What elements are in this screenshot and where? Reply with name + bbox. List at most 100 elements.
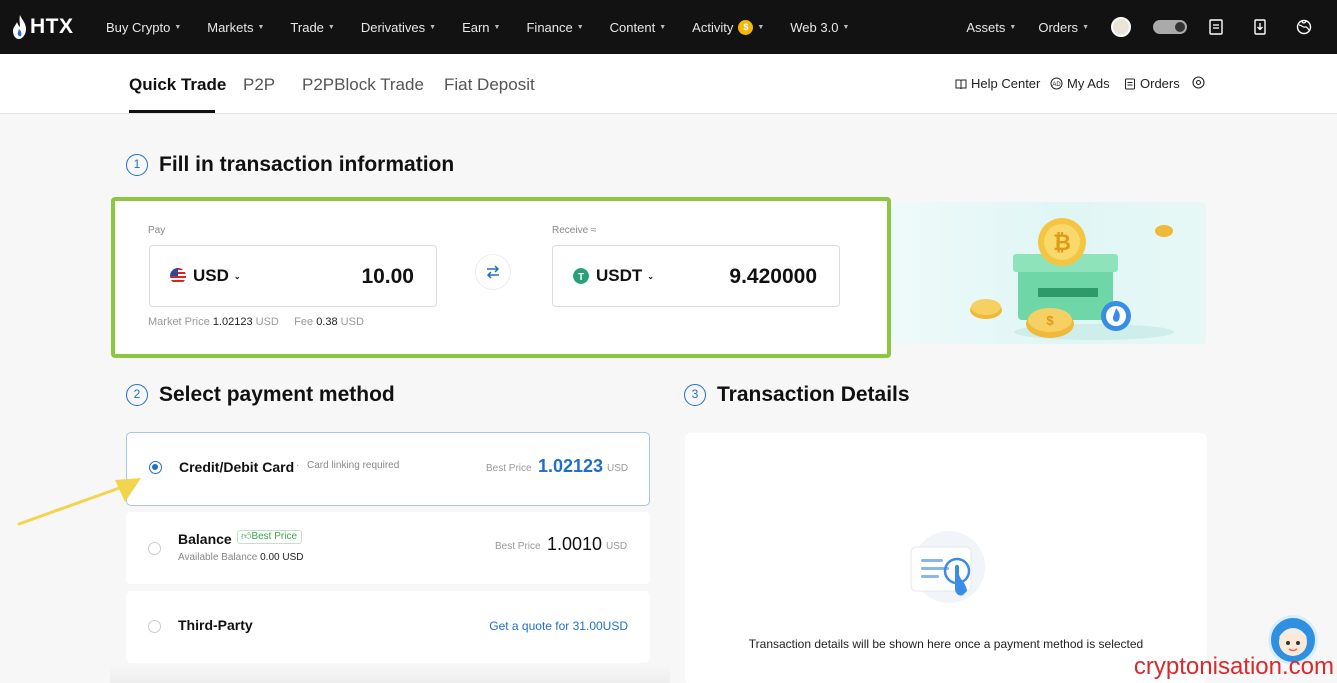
- svg-text:₿: ₿: [1053, 230, 1071, 255]
- htx-logo[interactable]: HTX: [12, 15, 92, 39]
- nav-earn[interactable]: Earn ▼: [462, 20, 500, 35]
- watermark-text: cryptonisation.com: [1133, 653, 1334, 680]
- receive-amount-value: 9.420000: [729, 265, 817, 288]
- book-icon: [955, 79, 967, 89]
- nav-activity[interactable]: Activity $ ▼: [692, 19, 765, 35]
- chevron-down-icon: ▼: [1009, 23, 1017, 31]
- pay-amount-value: 10.00: [361, 265, 414, 288]
- pay-amount-input[interactable]: USD ⌄ 10.00: [149, 245, 437, 307]
- receive-amount-input[interactable]: T USDT ⌄ 9.420000: [552, 245, 840, 307]
- radio-balance[interactable]: [148, 542, 161, 555]
- svg-text:$: $: [1046, 313, 1054, 328]
- chevron-down-icon: ▼: [257, 23, 265, 31]
- pay-meta: Market Price 1.02123 USD Fee 0.38 USD: [148, 316, 364, 328]
- card-note: Card linking required: [307, 460, 400, 471]
- price-unit: USD: [607, 463, 629, 474]
- user-avatar[interactable]: [1111, 17, 1131, 37]
- ads-icon: AD: [1050, 77, 1063, 90]
- nav-assets[interactable]: Assets ▼: [966, 20, 1016, 35]
- swap-currencies-button[interactable]: [475, 254, 511, 290]
- get-quote-link[interactable]: Get a quote for 31.00USD: [489, 619, 628, 633]
- thumbs-up-icon: 👍︎: [241, 531, 252, 542]
- payment-method-third-party[interactable]: Third-Party Get a quote for 31.00USD: [126, 591, 650, 663]
- promo-banner: ₿ $: [848, 202, 1206, 344]
- top-navigation-bar: HTX Buy Crypto ▼ Markets ▼ Trade ▼ Derivati…: [0, 0, 1337, 54]
- svg-text:T: T: [578, 272, 584, 283]
- payment-method-card[interactable]: Credit/Debit Card · Card linking require…: [126, 432, 650, 506]
- flame-logo-icon: [13, 15, 26, 39]
- settings-gear-icon: [1192, 76, 1205, 89]
- chevron-down-icon: ▼: [576, 23, 584, 31]
- globe-icon[interactable]: [1293, 16, 1315, 38]
- available-balance: Available Balance 0.00 USD: [178, 552, 304, 563]
- step-1-circle: 1: [126, 154, 148, 176]
- annotation-arrow-icon: [17, 478, 141, 526]
- chevron-down-icon: ▼: [842, 23, 850, 31]
- nav-right-group: Assets ▼ Orders ▼: [966, 0, 1337, 54]
- step-2-circle: 2: [126, 384, 148, 406]
- tab-p2p[interactable]: P2P: [243, 75, 275, 95]
- tab-fiat-deposit[interactable]: Fiat Deposit: [444, 75, 535, 95]
- step-3-title: Transaction Details: [717, 383, 910, 406]
- nav-web3[interactable]: Web 3.0 ▼: [790, 20, 849, 35]
- swap-arrows-icon: [486, 265, 500, 279]
- orders-list-icon: [1125, 78, 1135, 89]
- separator-dot: ·: [296, 460, 300, 471]
- chevron-down-icon: ▼: [174, 23, 182, 31]
- payment-method-name: Third-Party: [178, 617, 253, 633]
- radio-third-party[interactable]: [148, 620, 161, 633]
- best-price-label: Best Price: [486, 463, 532, 474]
- nav-content[interactable]: Content ▼: [610, 20, 666, 35]
- coin-badge-icon: $: [738, 19, 754, 35]
- my-ads-link[interactable]: AD My Ads: [1050, 76, 1110, 91]
- nav-markets[interactable]: Markets ▼: [207, 20, 264, 35]
- orders-link[interactable]: Orders: [1124, 76, 1180, 91]
- chevron-down-icon: ▼: [757, 23, 765, 31]
- document-icon[interactable]: [1205, 16, 1227, 38]
- download-icon[interactable]: [1249, 16, 1271, 38]
- nav-buy-crypto[interactable]: Buy Crypto ▼: [106, 20, 181, 35]
- tab-quick-trade[interactable]: Quick Trade: [129, 75, 226, 95]
- chevron-down-icon: ▼: [1082, 23, 1089, 31]
- mode-toggle[interactable]: [1153, 20, 1187, 34]
- payment-method-balance[interactable]: Balance 👍︎Best Price Available Balance 0…: [126, 512, 650, 584]
- chevron-down-icon: ▼: [493, 23, 501, 31]
- settings-button[interactable]: [1192, 76, 1209, 89]
- active-tab-indicator: [129, 110, 215, 113]
- market-price-value: 1.02123: [212, 316, 253, 328]
- chevron-down-icon: ⌄: [233, 271, 241, 281]
- receive-label: Receive ≈: [552, 225, 597, 236]
- best-price-value: 1.02123: [538, 456, 604, 476]
- transaction-details-placeholder: Transaction details will be shown here o…: [748, 637, 1144, 651]
- empty-state-illustration: [910, 531, 985, 603]
- sub-navigation: Quick Trade P2P P2PBlock Trade Fiat Depo…: [0, 54, 1337, 114]
- price-unit: USD: [606, 541, 628, 552]
- usdt-token-icon: T: [573, 268, 589, 284]
- chevron-down-icon: ▼: [659, 23, 667, 31]
- best-price-badge: 👍︎Best Price: [237, 530, 303, 544]
- help-center-link[interactable]: Help Center: [955, 76, 1040, 91]
- chevron-down-icon: ▼: [327, 23, 335, 31]
- transaction-details-panel: Transaction details will be shown here o…: [685, 433, 1207, 683]
- fee-value: 0.38: [316, 316, 338, 328]
- svg-text:AD: AD: [1052, 82, 1061, 88]
- receive-currency-select[interactable]: T USDT ⌄: [573, 266, 654, 286]
- pay-currency-select[interactable]: USD ⌄: [170, 266, 241, 286]
- nav-orders[interactable]: Orders ▼: [1038, 20, 1089, 35]
- tab-p2pblock-trade[interactable]: P2PBlock Trade: [302, 75, 424, 95]
- us-flag-icon: [170, 268, 186, 284]
- nav-finance[interactable]: Finance ▼: [526, 20, 583, 35]
- chevron-down-icon: ▼: [429, 23, 437, 31]
- best-price-value: 1.0010: [547, 534, 603, 554]
- payment-method-name: Credit/Debit Card: [179, 459, 295, 475]
- bottom-fade: [110, 664, 670, 683]
- coins-illustration: ₿ $: [970, 218, 1174, 340]
- best-price-label: Best Price: [495, 541, 541, 552]
- step-3-circle: 3: [684, 384, 706, 406]
- nav-trade[interactable]: Trade ▼: [290, 20, 334, 35]
- nav-derivatives[interactable]: Derivatives ▼: [361, 20, 436, 35]
- payment-method-name: Balance: [178, 531, 232, 547]
- chevron-down-icon: ⌄: [647, 271, 654, 281]
- logo-text: HTX: [30, 15, 74, 38]
- step-1-title: Fill in transaction information: [159, 153, 455, 176]
